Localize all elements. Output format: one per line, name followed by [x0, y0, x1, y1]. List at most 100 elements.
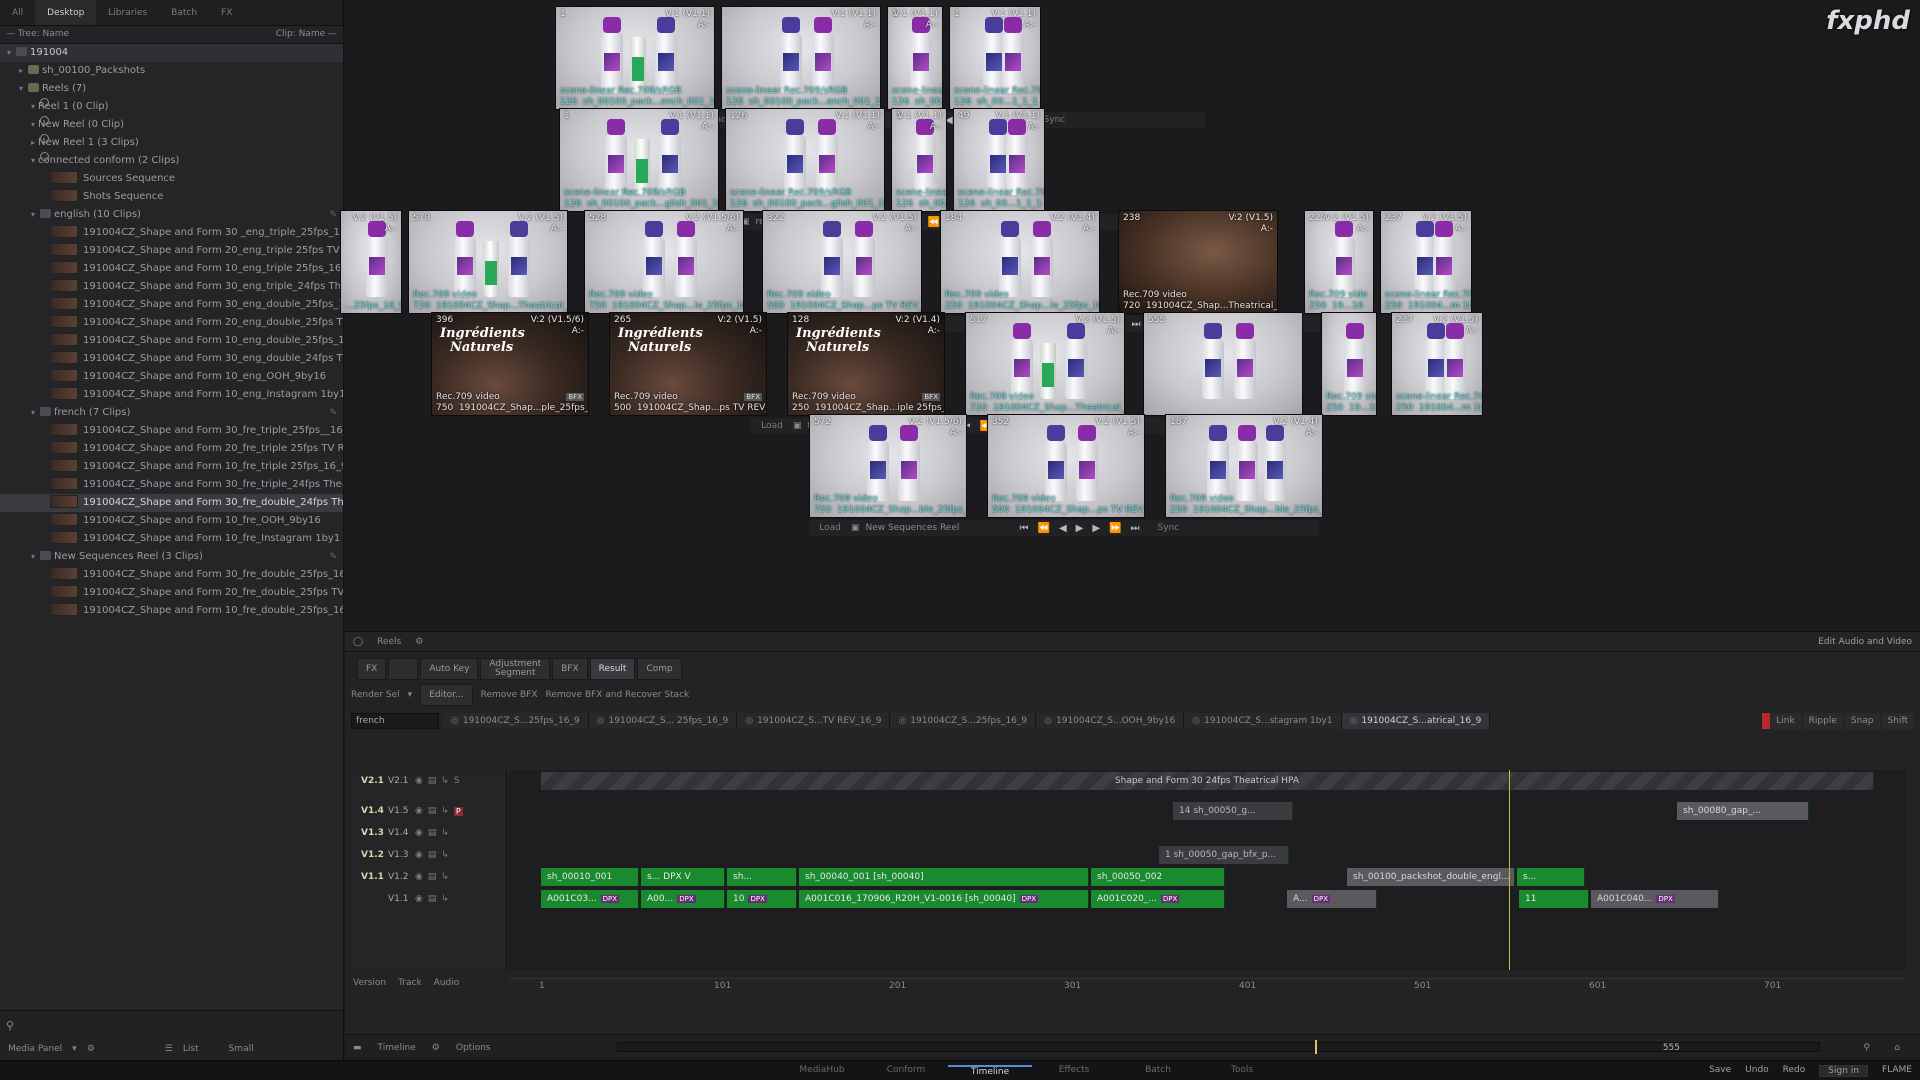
eye-icon[interactable]: ◉: [415, 894, 423, 904]
timeline-segment[interactable]: A... DPX: [1287, 890, 1377, 908]
sequence-name-field[interactable]: french: [351, 713, 439, 729]
header-clip[interactable]: Shape and Form 30 24fps Theatrical HPA: [541, 772, 1874, 790]
pin-icon[interactable]: ✎: [329, 404, 337, 422]
gear-icon[interactable]: ⚙: [415, 637, 423, 647]
view-toggle-track[interactable]: Track: [398, 978, 422, 988]
toolbar-button-result[interactable]: Result: [589, 658, 636, 680]
timeline-segment[interactable]: 10 DPX: [727, 890, 797, 908]
edit-mode-label[interactable]: Edit Audio and Video: [1818, 637, 1912, 647]
clip-thumbnail[interactable]: 49 V:1 (V1.1) A:- scene-linear Rec.709/126…: [953, 108, 1045, 212]
patch-icon[interactable]: ↳: [441, 806, 449, 816]
clip-sort-label[interactable]: Clip: Name —: [276, 29, 337, 40]
options-button[interactable]: Options: [456, 1043, 491, 1053]
fast-forward-icon[interactable]: ⏩: [1109, 523, 1121, 534]
lock-icon[interactable]: ▤: [428, 828, 437, 838]
timeline-segment[interactable]: sh_00050_002: [1091, 868, 1225, 886]
tree-folder-item[interactable]: ▾ english (10 Clips) ✎: [0, 206, 343, 224]
sequence-tab[interactable]: ◎ 191004CZ_S...TV REV_16_9: [737, 713, 891, 729]
tree-clip-item[interactable]: 191004CZ_Shape and Form 10_eng_double_25…: [0, 332, 343, 350]
tree-folder-item[interactable]: ▾ french (7 Clips) ✎: [0, 404, 343, 422]
clip-thumbnail[interactable]: V:1 (V1.1) A:- scene-linear Rec.709/sRGB 1…: [721, 6, 881, 110]
tree-clip-item[interactable]: 191004CZ_Shape and Form 10_fre_triple 25…: [0, 458, 343, 476]
playhead[interactable]: [1509, 770, 1510, 970]
timeline-segment[interactable]: s...: [1517, 868, 1585, 886]
small-size-button[interactable]: Small: [229, 1044, 254, 1054]
timeline-segment[interactable]: A001C040... DPX: [1591, 890, 1719, 908]
clip-thumbnail[interactable]: 1 V:1 (V1.1) A:- scene-linear Rec.709/sRGB…: [559, 108, 719, 212]
track-area[interactable]: Shape and Form 30 24fps Theatrical HPA 1…: [509, 770, 1906, 970]
toolbar-button-adjustment[interactable]: Adjustment Segment: [480, 658, 551, 680]
sequence-tab[interactable]: ◎ 191004CZ_S...OOH_9by16: [1036, 713, 1185, 729]
clip-thumbnail[interactable]: 555: [1143, 312, 1303, 416]
tree-clip-item[interactable]: 191004CZ_Shape and Form 30_eng_double_24…: [0, 350, 343, 368]
dropdown-icon[interactable]: ▾: [72, 1044, 77, 1054]
tree-clip-item[interactable]: 191004CZ_Shape and Form 10_eng_triple 25…: [0, 260, 343, 278]
toolbar-button-fx[interactable]: FX: [357, 658, 387, 680]
pin-icon[interactable]: ✎: [329, 548, 337, 566]
dest-track-label[interactable]: V1.4: [388, 828, 410, 838]
lock-icon[interactable]: ▤: [428, 850, 437, 860]
tree-sort-label[interactable]: — Tree: Name: [6, 29, 69, 40]
toolbar-button-blank[interactable]: [388, 658, 419, 680]
expand-arrow-icon[interactable]: ▸: [28, 134, 38, 152]
timeline-segment[interactable]: sh_00100_packshot_double_engl...: [1347, 868, 1515, 886]
media-panel-menu[interactable]: Media Panel: [8, 1044, 62, 1054]
clip-thumbnail[interactable]: Rec.709 vide250 19...16: [1321, 312, 1377, 416]
zoom-icon[interactable]: ⚲: [1863, 1043, 1870, 1053]
clip-thumbnail[interactable]: 184 V:2 (V1.4) A:- Rec.709 video 250 191004…: [940, 210, 1100, 314]
lock-icon[interactable]: ▤: [428, 806, 437, 816]
expand-arrow-icon[interactable]: ▾: [28, 404, 38, 422]
tree-clip-item[interactable]: 191004CZ_Shape and Form 10_fre_OOH_9by16: [0, 512, 343, 530]
load-button[interactable]: Load: [751, 421, 793, 431]
scrub-knob[interactable]: [1314, 1040, 1317, 1054]
sequence-tab[interactable]: ◎ 191004CZ_S...25fps_16_9: [890, 713, 1037, 729]
sequence-tab[interactable]: ◎ 191004CZ_S... 25fps_16_9: [588, 713, 738, 729]
workspace-tab-effects[interactable]: Effects: [1032, 1065, 1116, 1077]
tree-clip-item[interactable]: 191004CZ_Shape and Form 20_fre_double_25…: [0, 584, 343, 602]
dest-track-label[interactable]: V1.5: [388, 806, 410, 816]
tree-clip-item[interactable]: 191004CZ_Shape and Form 10_eng_Instagram…: [0, 386, 343, 404]
clip-thumbnail[interactable]: Ingrédients Naturels BFX 128 V:2 (V1.4) A:- R…: [787, 312, 945, 416]
expand-arrow-icon[interactable]: ▾: [28, 548, 38, 566]
clip-thumbnail[interactable]: 572 V:2 (V1.5/6) A:- Rec.709 video 750 1910…: [809, 414, 967, 518]
patch-icon[interactable]: ↳: [441, 850, 449, 860]
timeline-segment[interactable]: sh...: [727, 868, 797, 886]
list-view-icon[interactable]: ☰: [165, 1044, 173, 1054]
expand-arrow-icon[interactable]: ▸: [16, 62, 26, 80]
source-track-label[interactable]: V1.3: [361, 828, 384, 838]
mode-shift[interactable]: Shift: [1881, 713, 1914, 729]
lock-icon[interactable]: ▤: [428, 894, 437, 904]
view-toggle-audio[interactable]: Audio: [434, 978, 460, 988]
eye-icon[interactable]: ◉: [415, 850, 423, 860]
dest-track-label[interactable]: V2.1: [388, 776, 410, 786]
toolbar-button-auto-key[interactable]: Auto Key: [420, 658, 479, 680]
home-icon[interactable]: ⌂: [1894, 1043, 1900, 1053]
timeline-segment[interactable]: A00... DPX: [641, 890, 725, 908]
tab-desktop[interactable]: Desktop: [35, 0, 97, 25]
clip-thumbnail[interactable]: 237 V:2 (V1.5) A:- scene-linear Rec.709/25…: [1391, 312, 1483, 416]
clip-thumbnail[interactable]: 225 V:2 (V1.5) A:- Rec.709 vide 250 19...16: [1304, 210, 1374, 314]
tab-fx[interactable]: FX: [209, 0, 244, 25]
clip-thumbnail[interactable]: V:2 (V1.5) A:- ...25fps_16_9: [340, 210, 402, 314]
timeline-segment[interactable]: A001C03... DPX: [541, 890, 639, 908]
media-search[interactable]: ⚲: [6, 1019, 337, 1035]
clip-thumbnail[interactable]: 1 V:1 (V1.1) A:- scene-linear Rec.709/126 …: [949, 6, 1041, 110]
track-header[interactable]: V1.3 V1.4 ◉ ▤ ↳: [351, 823, 506, 843]
render-button-2[interactable]: Remove BFX: [481, 690, 538, 700]
search-icon[interactable]: ⚲: [6, 1019, 14, 1032]
tree-clip-item[interactable]: 191004CZ_Shape and Form 20_eng_triple 25…: [0, 242, 343, 260]
timeline-label[interactable]: Timeline: [378, 1043, 416, 1053]
clip-thumbnail[interactable]: 352 V:2 (V1.5) A:- Rec.709 video 500 191004…: [987, 414, 1145, 518]
load-button[interactable]: Load: [809, 523, 851, 533]
tree-clip-item[interactable]: 191004CZ_Shape and Form 30_eng_double_25…: [0, 296, 343, 314]
tree-folder-item[interactable]: ▸ sh_00100_Packshots: [0, 62, 343, 80]
source-track-label[interactable]: V1.4: [361, 806, 384, 816]
reel-name[interactable]: New Sequences Reel: [860, 523, 1010, 533]
rewind-icon[interactable]: ⏪: [1038, 523, 1050, 534]
tree-clip-item[interactable]: 191004CZ_Shape and Form 30_fre_double_25…: [0, 566, 343, 584]
timeline-segment[interactable]: sh_00010_001: [541, 868, 639, 886]
eye-icon[interactable]: ◉: [415, 776, 423, 786]
patch-icon[interactable]: ↳: [441, 872, 449, 882]
eye-icon[interactable]: ◉: [415, 828, 423, 838]
tree-folder-item[interactable]: ▾ 191004: [0, 44, 343, 62]
